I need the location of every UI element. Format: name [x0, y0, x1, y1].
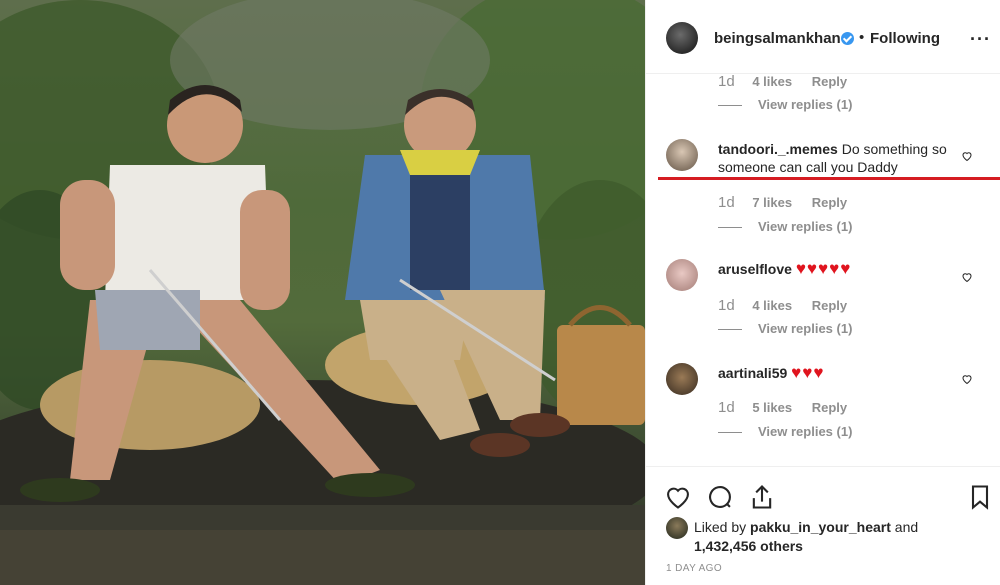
comment-meta: 1d 7 likes Reply: [718, 194, 847, 211]
view-replies-label[interactable]: View replies (1): [758, 219, 852, 234]
liked-by-and: and: [894, 519, 919, 535]
commenter-username[interactable]: tandoori._.memes: [718, 141, 838, 157]
heart-emojis: ♥♥♥♥♥: [795, 259, 852, 278]
view-replies[interactable]: View replies (1): [718, 97, 852, 112]
author-username[interactable]: beingsalmankhan: [714, 30, 841, 47]
header-separator: •: [859, 29, 865, 46]
post-photo[interactable]: [0, 0, 645, 585]
view-replies[interactable]: View replies (1): [718, 424, 852, 439]
small-heart-icon[interactable]: [961, 373, 973, 385]
heart-icon[interactable]: [664, 483, 692, 511]
comment-likes[interactable]: 5 likes: [752, 400, 792, 415]
reply-button[interactable]: Reply: [812, 298, 847, 313]
liked-by-prefix: Liked by: [694, 519, 747, 535]
liked-by-text: Liked by pakku_in_your_heart and 1,432,4…: [694, 518, 918, 556]
view-replies[interactable]: View replies (1): [718, 219, 852, 234]
comments-list[interactable]: 1d 4 likes Reply View replies (1) tandoo…: [646, 74, 1000, 466]
liked-by-avatar[interactable]: [666, 517, 688, 539]
view-replies-label[interactable]: View replies (1): [758, 97, 852, 112]
verified-badge-icon: [841, 32, 854, 45]
reply-button[interactable]: Reply: [812, 400, 847, 415]
small-heart-icon[interactable]: [961, 271, 973, 283]
likes-count[interactable]: 1,432,456 others: [694, 538, 803, 554]
view-replies-line: [718, 329, 742, 331]
liked-by-username[interactable]: pakku_in_your_heart: [750, 519, 891, 535]
commenter-username[interactable]: aartinali59: [718, 365, 787, 381]
share-icon[interactable]: [748, 483, 776, 511]
view-replies[interactable]: View replies (1): [718, 321, 852, 336]
comment-body: aruselflove ♥♥♥♥♥: [718, 260, 958, 278]
view-replies-line: [718, 105, 742, 107]
comment-meta: 1d 5 likes Reply: [718, 399, 847, 416]
comment-likes[interactable]: 4 likes: [752, 74, 792, 89]
reply-button[interactable]: Reply: [812, 74, 847, 89]
post-header: beingsalmankhan • Following ···: [646, 0, 1000, 74]
bookmark-icon[interactable]: [966, 483, 994, 511]
following-button[interactable]: Following: [870, 30, 940, 47]
comment-age: 1d: [718, 74, 735, 90]
post-side-panel: beingsalmankhan • Following ··· 1d 4 lik…: [645, 0, 1000, 585]
comment-likes[interactable]: 7 likes: [752, 195, 792, 210]
comment-age: 1d: [718, 194, 735, 211]
annotation-underline: [658, 177, 1000, 180]
view-replies-line: [718, 227, 742, 229]
heart-emojis: ♥♥♥: [791, 363, 825, 382]
photo-illustration: [0, 0, 645, 585]
view-replies-line: [718, 432, 742, 434]
comment-likes[interactable]: 4 likes: [752, 298, 792, 313]
post-actions-footer: Liked by pakku_in_your_heart and 1,432,4…: [646, 466, 1000, 585]
comment-icon[interactable]: [706, 483, 734, 511]
view-replies-label[interactable]: View replies (1): [758, 424, 852, 439]
comment-age: 1d: [718, 399, 735, 416]
post-timestamp[interactable]: 1 DAY AGO: [666, 563, 722, 574]
comment-age: 1d: [718, 297, 735, 314]
reply-button[interactable]: Reply: [812, 195, 847, 210]
comment-meta: 1d 4 likes Reply: [718, 74, 847, 90]
comment-body: aartinali59 ♥♥♥: [718, 364, 958, 382]
commenter-avatar[interactable]: [666, 363, 698, 395]
comment-body: tandoori._.memes Do something so someone…: [718, 140, 958, 176]
view-replies-label[interactable]: View replies (1): [758, 321, 852, 336]
commenter-avatar[interactable]: [666, 139, 698, 171]
comment-meta: 1d 4 likes Reply: [718, 297, 847, 314]
small-heart-icon[interactable]: [961, 150, 973, 162]
commenter-username[interactable]: aruselflove: [718, 261, 792, 277]
more-options-icon[interactable]: ···: [970, 29, 991, 50]
commenter-avatar[interactable]: [666, 259, 698, 291]
author-avatar[interactable]: [666, 22, 698, 54]
